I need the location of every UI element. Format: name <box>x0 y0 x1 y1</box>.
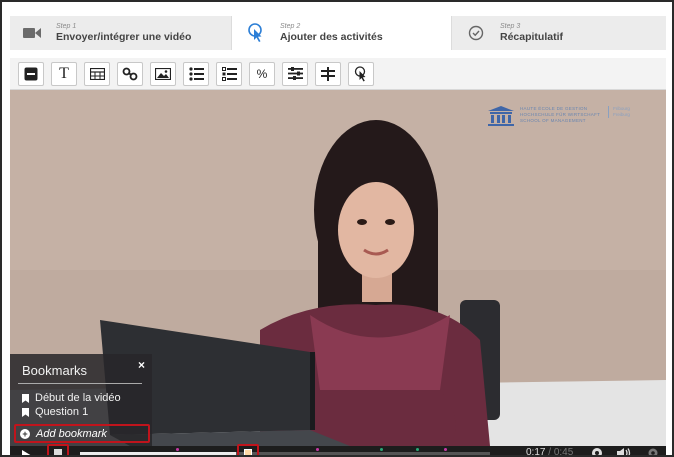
bookmark-icon <box>22 393 29 403</box>
bookmark-item[interactable]: Début de la vidéo <box>22 392 121 404</box>
school-logo: HAUTE ÉCOLE DE GESTION HOCHSCHULE FÜR WI… <box>488 106 630 126</box>
add-bookmark-label: Add bookmark <box>36 427 107 440</box>
divider <box>18 383 142 384</box>
progress-fill <box>80 452 236 455</box>
close-icon[interactable]: × <box>138 358 145 372</box>
percent-icon[interactable]: % <box>249 61 275 86</box>
building-icon <box>488 106 514 126</box>
minus-box-icon[interactable] <box>18 61 44 86</box>
tab-step-2[interactable]: Step 2 Ajouter des activités <box>231 16 452 50</box>
volume-icon[interactable] <box>617 447 631 457</box>
current-time: 0:17 <box>526 447 546 457</box>
cross-icon[interactable] <box>315 61 341 86</box>
time-separator: / <box>545 447 554 457</box>
tab-step-1[interactable]: Step 1 Envoyer/intégrer une vidéo <box>10 16 231 50</box>
bookmark-icon <box>22 407 29 417</box>
time-display: 0:17 / 0:45 <box>526 447 574 457</box>
link-icon[interactable] <box>117 61 143 86</box>
text-icon[interactable]: T <box>51 61 77 86</box>
play-icon[interactable] <box>22 450 32 455</box>
bookmark-label: Question 1 <box>35 406 89 418</box>
step-title: Récapitulatif <box>500 31 564 43</box>
player-controls: 0:17 / 0:45 <box>10 444 666 457</box>
progress-bar[interactable] <box>80 448 490 455</box>
video-camera-icon <box>22 23 42 43</box>
app-window: Step 1 Envoyer/intégrer une vidéo Step 2… <box>0 0 674 457</box>
pointer-icon[interactable] <box>348 61 374 86</box>
step-number: Step 1 <box>56 23 77 30</box>
single-choice-list-icon[interactable] <box>183 61 209 86</box>
step-number: Step 2 <box>280 23 301 30</box>
bookmarks-panel: Bookmarks × Début de la vidéo Question 1… <box>10 354 152 446</box>
activity-cue-marker[interactable] <box>380 448 383 451</box>
activity-icon <box>244 449 252 455</box>
activity-cue-marker[interactable] <box>176 448 179 451</box>
add-activity-marker[interactable] <box>237 444 259 455</box>
image-icon[interactable] <box>150 61 176 86</box>
plus-circle-icon: + <box>20 428 30 439</box>
table-icon[interactable] <box>84 61 110 86</box>
step-number: Step 3 <box>500 23 521 30</box>
check-circle-icon <box>466 23 486 43</box>
step-tabs: Step 1 Envoyer/intégrer une vidéo Step 2… <box>10 16 666 50</box>
multi-choice-list-icon[interactable] <box>216 61 242 86</box>
bookmarks-toggle-button[interactable] <box>47 444 69 455</box>
logo-side-text: Freiburg <box>613 112 630 117</box>
step-title: Envoyer/intégrer une vidéo <box>56 31 192 43</box>
add-bookmark-button[interactable]: + Add bookmark <box>14 424 150 443</box>
bookmark-icon <box>54 449 62 455</box>
step-title: Ajouter des activités <box>280 31 383 43</box>
logo-text: SCHOOL OF MANAGEMENT <box>520 118 586 123</box>
activity-toolbar: T % <box>10 58 666 90</box>
activity-cue-marker[interactable] <box>444 448 447 451</box>
sliders-icon[interactable] <box>282 61 308 86</box>
bookmarks-title: Bookmarks <box>22 363 88 378</box>
activity-cue-marker[interactable] <box>316 448 319 451</box>
settings-icon[interactable] <box>590 447 604 457</box>
bookmark-label: Début de la vidéo <box>35 392 121 404</box>
activity-cue-marker[interactable] <box>416 448 419 451</box>
bookmark-item[interactable]: Question 1 <box>22 406 88 418</box>
gear-icon[interactable] <box>646 447 660 457</box>
tab-step-3[interactable]: Step 3 Récapitulatif <box>452 16 666 50</box>
duration: 0:45 <box>553 447 574 457</box>
pointer-icon <box>246 23 266 43</box>
